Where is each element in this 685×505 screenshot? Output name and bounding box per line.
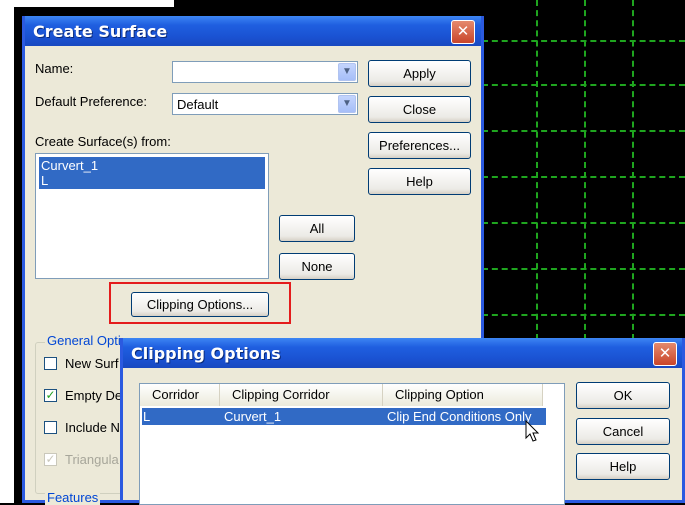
column-header-clipping-option[interactable]: Clipping Option <box>383 384 543 406</box>
default-preference-value: Default <box>177 97 219 112</box>
close-icon[interactable]: ✕ <box>451 20 475 44</box>
ok-button[interactable]: OK <box>576 382 670 409</box>
new-surface-checkbox[interactable] <box>44 357 57 370</box>
dialog-title: Create Surface <box>33 22 168 41</box>
clipping-options-dialog: Clipping Options ✕ Corridor Clipping Cor… <box>120 338 685 505</box>
include-label: Include N <box>65 420 120 435</box>
mouse-cursor-icon <box>525 420 540 442</box>
chevron-down-icon[interactable]: ▼ <box>338 63 356 81</box>
dialog-title: Clipping Options <box>131 344 281 363</box>
default-preference-label: Default Preference: <box>35 94 148 109</box>
table-row[interactable]: L Curvert_1 Clip End Conditions Only <box>142 408 546 425</box>
create-surface-titlebar: Create Surface ✕ <box>25 16 481 46</box>
default-preference-combo[interactable]: Default ▼ <box>172 93 358 115</box>
cancel-button[interactable]: Cancel <box>576 418 670 445</box>
triangulate-checkbox: ✓ <box>44 452 57 466</box>
source-list[interactable]: Curvert_1 L <box>35 153 269 279</box>
clipping-options-titlebar: Clipping Options ✕ <box>123 338 682 368</box>
all-button[interactable]: All <box>279 215 355 242</box>
chevron-down-icon[interactable]: ▼ <box>338 95 356 113</box>
list-item[interactable]: Curvert_1 L <box>39 157 265 189</box>
column-header-corridor[interactable]: Corridor <box>140 384 220 406</box>
name-combo[interactable]: ▼ <box>172 61 358 83</box>
close-button[interactable]: Close <box>368 96 471 123</box>
general-options-label: General Opti <box>45 333 123 348</box>
include-checkbox[interactable] <box>44 421 57 434</box>
new-surface-label: New Surf <box>65 356 119 371</box>
preferences-button[interactable]: Preferences... <box>368 132 471 159</box>
column-header-clipping-corridor[interactable]: Clipping Corridor <box>220 384 383 406</box>
empty-default-label: Empty De <box>65 388 123 403</box>
name-label: Name: <box>35 61 74 76</box>
close-icon[interactable]: ✕ <box>653 342 677 366</box>
help-button[interactable]: Help <box>368 168 471 195</box>
triangulate-label: Triangula <box>65 452 119 467</box>
empty-default-checkbox[interactable]: ✓ <box>44 389 57 402</box>
apply-button[interactable]: Apply <box>368 60 471 87</box>
none-button[interactable]: None <box>279 253 355 280</box>
clipping-options-button[interactable]: Clipping Options... <box>131 292 269 317</box>
help-button[interactable]: Help <box>576 453 670 480</box>
background-strip-top <box>14 0 174 7</box>
create-from-label: Create Surface(s) from: <box>35 134 171 149</box>
background-strip <box>0 0 14 503</box>
clipping-table[interactable]: Corridor Clipping Corridor Clipping Opti… <box>139 383 565 505</box>
